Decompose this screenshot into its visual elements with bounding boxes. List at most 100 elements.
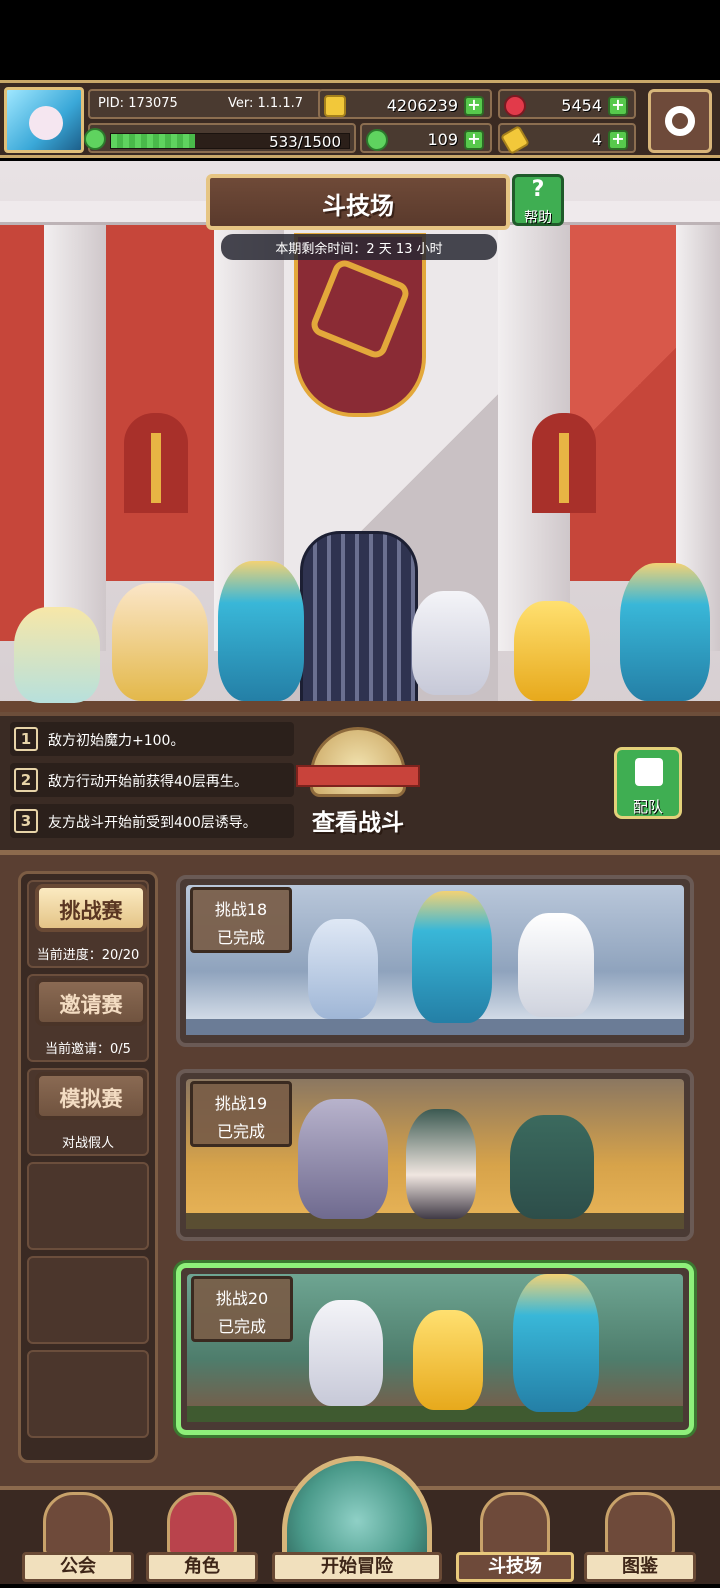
game-version: Ver: 1.1.1.7 [228,96,303,111]
add-gem-button[interactable]: + [608,96,628,116]
gem-resource: 5454 + [498,89,636,119]
character-mermaid [218,561,304,701]
challenge-status: 已完成 [216,1122,265,1141]
gear-icon [665,106,695,136]
season-timer: 本期剩余时间：2 天 13 小时 [221,234,497,260]
guild-building-icon [43,1492,113,1556]
nav-guild[interactable]: 公会 [22,1490,134,1588]
add-key-button[interactable]: + [608,130,628,150]
challenge-name: 挑战18 [214,900,268,919]
page-title: 斗技场 [322,192,394,220]
experience-panel: 533/1500 [84,123,356,153]
add-clover-button[interactable]: + [464,130,484,150]
challenge-status: 已完成 [216,928,265,947]
enemy-ice-dragon [308,919,378,1019]
enemy-bunny-girl [406,1109,476,1219]
settings-button[interactable] [648,89,712,153]
book-icon [605,1492,675,1556]
empty-mode-slot [27,1256,149,1344]
nav-character-label: 角色 [146,1552,258,1582]
rule-item: 2 敌方行动开始前获得40层再生。 [10,763,294,797]
top-hud: PID: 173075 Ver: 1.1.1.7 533/1500 420623… [0,80,720,158]
help-button[interactable]: ? 帮助 [512,174,564,226]
nav-adventure-label: 开始冒险 [272,1552,442,1582]
character-golden [514,601,590,701]
nav-start-adventure[interactable]: 开始冒险 [272,1456,442,1588]
enemy-golden [413,1310,483,1410]
challenge-card-selected[interactable]: 挑战20 已完成 [176,1263,694,1435]
ribbon-decoration [296,765,420,787]
character-mermaid [620,563,710,701]
rule-item: 1 敌方初始魔力+100。 [10,722,294,756]
help-icon: ? [531,177,545,202]
experience-bar: 533/1500 [110,133,350,151]
character-angel [14,607,100,703]
clover-icon [84,128,106,150]
red-wall-left [0,221,44,641]
clover-resource: 109 + [360,123,492,153]
gold-coin-icon [324,95,346,117]
key-resource: 4 + [498,123,636,156]
challenge-progress: 当前进度：20/20 [36,948,140,963]
mode-slot: 挑战赛 当前进度：20/20 [27,880,149,968]
mode-slot: 邀请赛 当前邀请：0/5 [27,974,149,1062]
experience-text: 533/1500 [269,133,341,151]
team-setup-label: 配队 [632,798,663,816]
enemy-ghost [309,1300,383,1406]
add-gold-button[interactable]: + [464,96,484,116]
challenge-tag: 挑战18 已完成 [190,887,292,953]
challenge-name: 挑战20 [215,1289,269,1308]
character-ghost [412,591,490,695]
page-title-plate: 斗技场 [206,174,510,230]
red-wall [106,221,214,581]
challenge-status: 已完成 [217,1317,266,1336]
enemy-mermaid [412,891,492,1023]
view-battle-label: 查看战斗 [312,810,404,836]
enemy-white-beast [518,913,594,1017]
simulation-mode-button[interactable]: 模拟赛 [35,1072,147,1120]
clover-icon [366,129,388,151]
team-setup-button[interactable]: 配队 [614,747,682,819]
rule-number: 2 [14,768,38,792]
help-label: 帮助 [524,210,552,226]
nav-character[interactable]: 角色 [146,1490,258,1588]
rule-number: 3 [14,809,38,833]
rule-item: 3 友方战斗开始前受到400层诱导。 [10,804,294,838]
challenge-name: 挑战19 [214,1094,268,1113]
nav-guild-label: 公会 [22,1552,134,1582]
clover-amount: 109 [427,130,458,149]
challenge-card[interactable]: 挑战19 已完成 [176,1069,694,1241]
player-id: PID: 173075 [98,96,178,111]
team-icon [635,758,663,786]
mode-sidebar: 挑战赛 当前进度：20/20 邀请赛 当前邀请：0/5 模拟赛 对战假人 [18,871,158,1463]
challenge-tag: 挑战19 已完成 [190,1081,292,1147]
invitation-mode-button[interactable]: 邀请赛 [35,978,147,1026]
arena-banner [294,233,426,417]
player-avatar[interactable] [4,87,84,153]
nav-arena[interactable]: 斗技场 [456,1490,574,1588]
player-info-panel: PID: 173075 Ver: 1.1.1.7 [88,89,323,119]
rule-number: 1 [14,727,38,751]
view-battle-button[interactable]: 查看战斗 [296,727,420,839]
challenge-mode-button[interactable]: 挑战赛 [35,884,147,932]
challenge-card[interactable]: 挑战18 已完成 [176,875,694,1047]
arena-main-panel: 挑战赛 当前进度：20/20 邀请赛 当前邀请：0/5 模拟赛 对战假人 挑战1… [0,850,720,1486]
mode-slot: 模拟赛 对战假人 [27,1068,149,1156]
enemy-mermaid [513,1274,599,1412]
gold-amount: 4206239 [386,96,458,115]
nav-arena-label: 斗技场 [456,1552,574,1582]
crossed-swords-icon [480,1492,550,1556]
enemy-lancer [298,1099,388,1219]
red-gem-icon [504,95,526,117]
bottom-navigation: 公会 角色 开始冒险 斗技场 图鉴 [0,1456,720,1584]
challenge-tag: 挑战20 已完成 [191,1276,293,1342]
nav-codex-label: 图鉴 [584,1552,696,1582]
rule-text: 友方战斗开始前受到400层诱导。 [48,815,257,831]
nav-codex[interactable]: 图鉴 [584,1490,696,1588]
arena-floor [0,701,720,712]
arena-scene: 斗技场 ? 帮助 本期剩余时间：2 天 13 小时 [0,161,720,712]
character-shell-queen [112,583,208,701]
invitation-count: 当前邀请：0/5 [45,1042,131,1057]
enemy-medusa [510,1115,594,1219]
empty-mode-slot [27,1350,149,1438]
